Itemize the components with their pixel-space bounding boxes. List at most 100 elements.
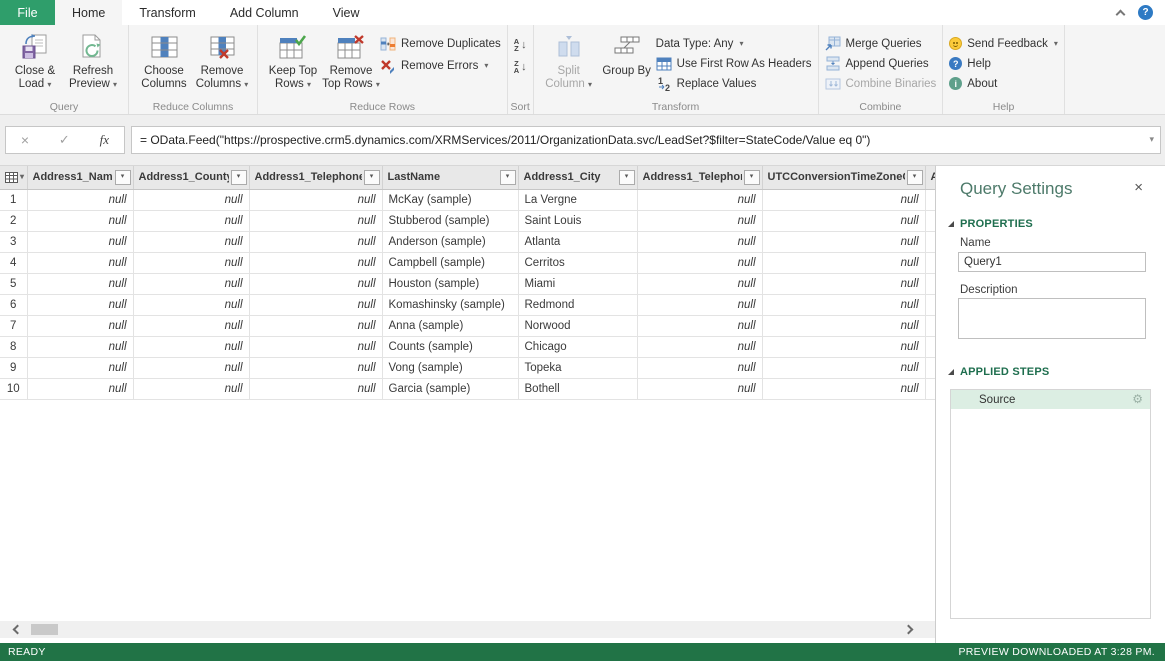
properties-section-header[interactable]: PROPERTIES xyxy=(948,218,1033,230)
cell[interactable]: null xyxy=(133,336,249,357)
cell[interactable]: Stubberod (sample) xyxy=(382,210,518,231)
cell[interactable]: null xyxy=(249,189,382,210)
cell[interactable]: Chicago xyxy=(518,336,637,357)
row-number[interactable]: 10 xyxy=(0,378,27,399)
refresh-preview-button[interactable]: Refresh Preview ▾ xyxy=(64,28,122,100)
cancel-formula-icon[interactable]: × xyxy=(21,132,29,148)
cell[interactable]: Miami xyxy=(518,273,637,294)
remove-duplicates-button[interactable]: Remove Duplicates xyxy=(380,35,501,52)
cell[interactable]: Campbell (sample) xyxy=(382,252,518,273)
cell[interactable]: null xyxy=(762,210,925,231)
cell[interactable]: null xyxy=(762,336,925,357)
cell[interactable]: null xyxy=(27,273,133,294)
scrollbar-thumb[interactable] xyxy=(31,624,58,635)
remove-top-rows-button[interactable]: Remove Top Rows ▾ xyxy=(322,28,380,100)
sort-ascending-button[interactable]: AZ ↓ xyxy=(514,35,527,54)
tab-home[interactable]: Home xyxy=(55,0,122,25)
tab-view[interactable]: View xyxy=(316,0,377,25)
tab-file[interactable]: File xyxy=(0,0,55,25)
cell[interactable]: null xyxy=(249,357,382,378)
filter-icon[interactable]: ▾ xyxy=(744,170,760,185)
row-number[interactable]: 6 xyxy=(0,294,27,315)
send-feedback-button[interactable]: Send Feedback ▾ xyxy=(949,35,1058,52)
cell[interactable]: Counts (sample) xyxy=(382,336,518,357)
cell[interactable]: null xyxy=(637,210,762,231)
keep-top-rows-button[interactable]: Keep Top Rows ▾ xyxy=(264,28,322,100)
cell[interactable]: null xyxy=(249,273,382,294)
data-type-button[interactable]: Data Type: Any ▾ xyxy=(656,35,812,52)
collapse-ribbon-icon[interactable] xyxy=(1116,9,1126,19)
column-header-address1-name[interactable]: Address1_Name▾ xyxy=(27,166,133,189)
cell[interactable]: null xyxy=(637,273,762,294)
cell[interactable]: Komashinsky (sample) xyxy=(382,294,518,315)
scroll-left-icon[interactable] xyxy=(13,625,23,635)
cell[interactable]: Garcia (sample) xyxy=(382,378,518,399)
cell[interactable] xyxy=(925,210,935,231)
commit-formula-icon[interactable]: ✓ xyxy=(59,132,70,148)
fx-icon[interactable]: fx xyxy=(100,132,109,148)
column-header-partial[interactable]: A xyxy=(925,166,935,189)
cell[interactable]: null xyxy=(133,378,249,399)
row-number[interactable]: 4 xyxy=(0,252,27,273)
sort-descending-button[interactable]: ZA ↓ xyxy=(514,57,527,76)
cell[interactable]: null xyxy=(249,336,382,357)
help-button[interactable]: ? Help xyxy=(949,55,1058,72)
cell[interactable]: null xyxy=(637,336,762,357)
select-all-corner[interactable]: ▾ xyxy=(0,166,27,189)
gear-icon[interactable]: ⚙ xyxy=(1132,392,1143,406)
row-number[interactable]: 5 xyxy=(0,273,27,294)
cell[interactable]: null xyxy=(249,378,382,399)
formula-input[interactable] xyxy=(132,127,1160,153)
cell[interactable]: null xyxy=(637,189,762,210)
filter-icon[interactable]: ▾ xyxy=(364,170,380,185)
use-first-row-as-headers-button[interactable]: Use First Row As Headers xyxy=(656,55,812,72)
cell[interactable]: null xyxy=(27,231,133,252)
cell[interactable] xyxy=(925,336,935,357)
cell[interactable]: null xyxy=(133,189,249,210)
column-header-address1-telephone2[interactable]: Address1_Telephone2▾ xyxy=(249,166,382,189)
cell[interactable] xyxy=(925,252,935,273)
cell[interactable]: McKay (sample) xyxy=(382,189,518,210)
cell[interactable]: null xyxy=(133,231,249,252)
cell[interactable]: Norwood xyxy=(518,315,637,336)
cell[interactable] xyxy=(925,378,935,399)
cell[interactable] xyxy=(925,357,935,378)
about-button[interactable]: i About xyxy=(949,75,1058,92)
cell[interactable]: Saint Louis xyxy=(518,210,637,231)
tab-add-column[interactable]: Add Column xyxy=(213,0,316,25)
cell[interactable]: null xyxy=(249,315,382,336)
cell[interactable]: null xyxy=(133,294,249,315)
merge-queries-button[interactable]: Merge Queries xyxy=(825,35,937,52)
cell[interactable]: null xyxy=(27,210,133,231)
cell[interactable]: null xyxy=(762,357,925,378)
cell[interactable]: Topeka xyxy=(518,357,637,378)
cell[interactable]: null xyxy=(249,294,382,315)
cell[interactable]: Cerritos xyxy=(518,252,637,273)
applied-step-item[interactable]: Source⚙ xyxy=(951,390,1150,409)
filter-icon[interactable]: ▾ xyxy=(231,170,247,185)
cell[interactable]: null xyxy=(762,252,925,273)
cell[interactable]: null xyxy=(27,378,133,399)
cell[interactable]: null xyxy=(133,210,249,231)
cell[interactable]: null xyxy=(762,231,925,252)
cell[interactable]: Bothell xyxy=(518,378,637,399)
close-and-load-button[interactable]: Close & Load ▾ xyxy=(6,28,64,100)
window-help-icon[interactable]: ? xyxy=(1138,5,1153,20)
cell[interactable]: Anderson (sample) xyxy=(382,231,518,252)
cell[interactable] xyxy=(925,294,935,315)
cell[interactable]: null xyxy=(637,252,762,273)
cell[interactable] xyxy=(925,231,935,252)
cell[interactable]: null xyxy=(637,378,762,399)
cell[interactable]: null xyxy=(637,315,762,336)
cell[interactable]: null xyxy=(249,252,382,273)
row-number[interactable]: 3 xyxy=(0,231,27,252)
append-queries-button[interactable]: Append Queries xyxy=(825,55,937,72)
filter-icon[interactable]: ▾ xyxy=(907,170,923,185)
group-by-button[interactable]: Group By xyxy=(598,28,656,100)
cell[interactable]: null xyxy=(27,315,133,336)
cell[interactable]: null xyxy=(133,273,249,294)
cell[interactable]: null xyxy=(762,294,925,315)
column-header-address1-county[interactable]: Address1_County▾ xyxy=(133,166,249,189)
cell[interactable]: null xyxy=(637,231,762,252)
cell[interactable]: null xyxy=(762,189,925,210)
